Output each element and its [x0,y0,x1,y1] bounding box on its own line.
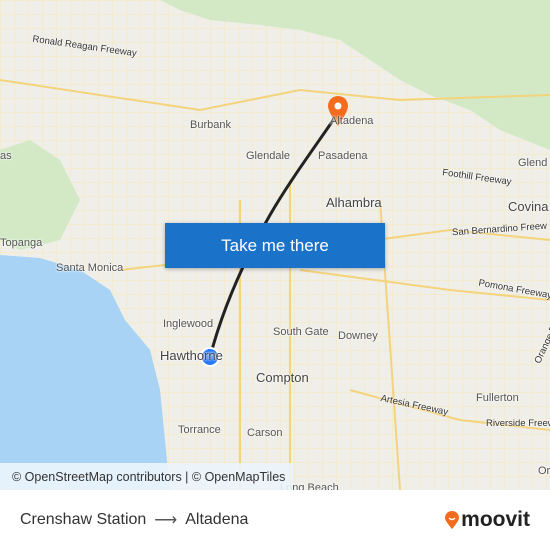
footer: Crenshaw Station ⟶ Altadena moovit [0,490,550,550]
map-label: Carson [247,427,283,439]
brand-name: moovit [461,508,530,531]
map-label: Fullerton [476,392,519,404]
map-label: Downey [338,330,378,342]
map-label: Burbank [190,119,231,131]
origin-name: Crenshaw Station [20,511,147,528]
map-label: South Gate [273,326,329,338]
map[interactable]: Ronald Reagan Freeway as Topanga Burbank… [0,0,550,490]
map-label: Covina [508,199,549,214]
map-label: Inglewood [163,318,214,330]
map-label: as [0,150,12,162]
map-label: Torrance [178,424,221,436]
map-label: Glend [518,157,548,169]
map-label: Compton [256,370,309,385]
map-label: Alhambra [326,195,382,210]
take-me-there-button[interactable]: Take me there [165,223,385,268]
moovit-pin-icon [445,511,460,529]
map-label: Riverside Freew [486,418,550,429]
map-label: Altadena [330,115,374,127]
route-summary: Crenshaw Station ⟶ Altadena [20,510,248,530]
map-label: Glendale [246,150,291,162]
map-label: Santa Monica [56,262,124,274]
map-label: Topanga [0,237,43,249]
map-label: Pasadena [318,150,368,162]
destination-name: Altadena [185,511,249,528]
moovit-logo[interactable]: moovit [445,508,530,532]
arrow-right-icon: ⟶ [154,512,178,529]
map-label: Or [538,465,550,477]
map-label: Hawthorne [160,348,223,363]
map-attribution[interactable]: © OpenStreetMap contributors | © OpenMap… [0,463,294,490]
